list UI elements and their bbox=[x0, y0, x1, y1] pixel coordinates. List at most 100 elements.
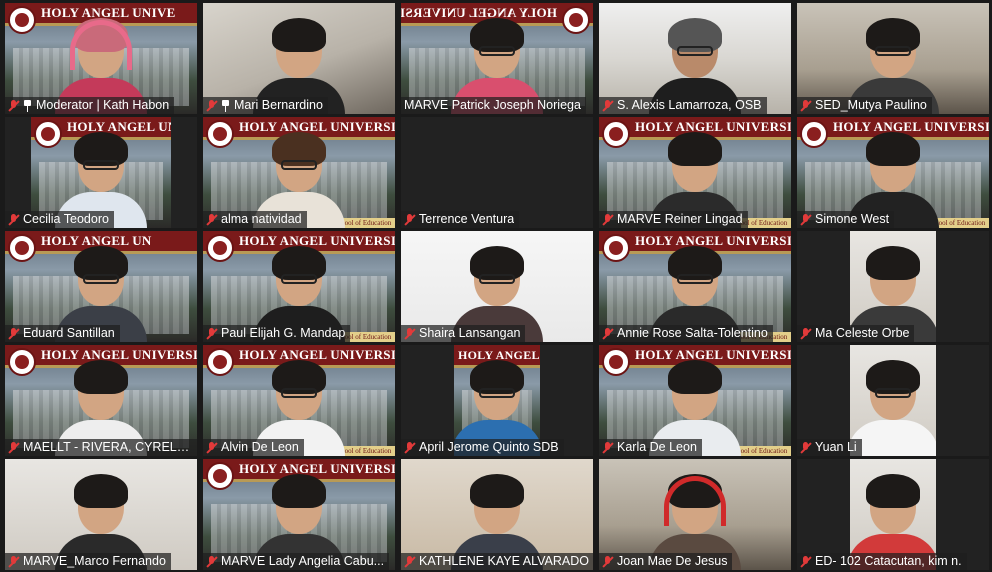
participant-name: Yuan Li bbox=[815, 440, 857, 454]
participant-name: Cecilia Teodoro bbox=[23, 212, 109, 226]
mic-muted-icon bbox=[206, 213, 217, 226]
participant-name: MARVE Lady Angelia Cabu... bbox=[221, 554, 385, 568]
participant-name: MAELLT - RIVERA, CYRELLE... bbox=[23, 440, 196, 454]
participant-tile[interactable]: HOLY ANGEL UNI April Jerome Quinto SDB bbox=[401, 345, 593, 456]
participant-tile[interactable]: Yuan Li bbox=[797, 345, 989, 456]
participant-name-label: Annie Rose Salta-Tolentino bbox=[599, 325, 773, 342]
participant-name-label: Shaira Lansangan bbox=[401, 325, 526, 342]
mic-muted-icon bbox=[602, 213, 613, 226]
participant-name-label: Moderator | Kath Habon bbox=[5, 97, 175, 114]
participant-name: Joan Mae De Jesus bbox=[617, 554, 728, 568]
mic-muted-icon bbox=[206, 441, 217, 454]
participant-name: MARVE Patrick Joseph Noriega bbox=[404, 98, 581, 112]
participant-name-label: Alvin De Leon bbox=[203, 439, 304, 456]
mic-muted-icon bbox=[602, 327, 613, 340]
mic-muted-icon bbox=[206, 555, 217, 568]
participant-tile[interactable]: Terrence Ventura bbox=[401, 117, 593, 228]
mic-muted-icon bbox=[602, 441, 613, 454]
participant-name: Paul Elijah G. Mandap bbox=[221, 326, 346, 340]
participant-name: MARVE Reiner Lingad bbox=[617, 212, 743, 226]
mic-muted-icon bbox=[404, 555, 415, 568]
participant-name-label: Mari Bernardino bbox=[203, 97, 328, 114]
video-feed bbox=[850, 345, 936, 456]
participant-name-label: Terrence Ventura bbox=[401, 211, 520, 228]
participant-tile[interactable]: S. Alexis Lamarroza, OSB bbox=[599, 3, 791, 114]
university-seal-icon bbox=[800, 120, 828, 148]
mic-muted-icon bbox=[8, 555, 19, 568]
mic-muted-icon bbox=[602, 99, 613, 112]
participant-tile[interactable]: KATHLENE KAYE ALVARADO bbox=[401, 459, 593, 570]
participant-name-label: Joan Mae De Jesus bbox=[599, 553, 733, 570]
participant-tile[interactable]: HOLY ANGEL UNIVERSITY Graduate School of… bbox=[599, 231, 791, 342]
participant-name-label: Yuan Li bbox=[797, 439, 862, 456]
mic-muted-icon bbox=[800, 555, 811, 568]
participant-name-label: MARVE_Marco Fernando bbox=[5, 553, 171, 570]
participant-tile[interactable]: HOLY ANGEL UNIVERSITY Graduate School of… bbox=[203, 345, 395, 456]
participant-name-label: MARVE Lady Angelia Cabu... bbox=[203, 553, 390, 570]
university-seal-icon bbox=[602, 348, 630, 376]
pin-icon bbox=[23, 99, 32, 112]
participant-name-label: Eduard Santillan bbox=[5, 325, 120, 342]
participant-tile[interactable]: HOLY ANGEL UNIVERSITY Cecilia Teodoro bbox=[5, 117, 197, 228]
participant-name: KATHLENE KAYE ALVARADO bbox=[419, 554, 589, 568]
university-seal-icon bbox=[206, 462, 234, 490]
mic-muted-icon bbox=[8, 99, 19, 112]
participant-name-label: MARVE Patrick Joseph Noriega bbox=[401, 97, 586, 114]
university-seal-icon bbox=[8, 348, 36, 376]
participant-tile[interactable]: MARVE_Marco Fernando bbox=[5, 459, 197, 570]
university-seal-icon bbox=[206, 234, 234, 262]
participant-tile[interactable]: SED_Mutya Paulino bbox=[797, 3, 989, 114]
university-seal-icon bbox=[602, 120, 630, 148]
participant-name: ED- 102 Catacutan, kim n. bbox=[815, 554, 962, 568]
mic-muted-icon bbox=[8, 213, 19, 226]
participant-tile[interactable]: Joan Mae De Jesus bbox=[599, 459, 791, 570]
participant-name: SED_Mutya Paulino bbox=[815, 98, 927, 112]
participant-tile[interactable]: HOLY ANGEL UNIVERSITY Graduate School of… bbox=[203, 231, 395, 342]
participant-tile[interactable]: HOLY ANGEL UNIVERSITY Graduate School of… bbox=[797, 117, 989, 228]
participant-name-label: April Jerome Quinto SDB bbox=[401, 439, 564, 456]
pin-icon bbox=[221, 99, 230, 112]
university-seal-icon bbox=[206, 348, 234, 376]
participant-name: Ma Celeste Orbe bbox=[815, 326, 910, 340]
mic-muted-icon bbox=[8, 441, 19, 454]
participant-name-label: alma natividad bbox=[203, 211, 307, 228]
mic-muted-icon bbox=[602, 555, 613, 568]
participant-name: Annie Rose Salta-Tolentino bbox=[617, 326, 768, 340]
participant-tile[interactable]: ED- 102 Catacutan, kim n. bbox=[797, 459, 989, 570]
participant-tile[interactable]: HOLY ANGEL UNIVERSITY Graduate School of… bbox=[599, 117, 791, 228]
participant-name-label: KATHLENE KAYE ALVARADO bbox=[401, 553, 593, 570]
participant-tile[interactable]: HOLY ANGEL UN Eduard Santillan bbox=[5, 231, 197, 342]
mic-muted-icon bbox=[206, 99, 217, 112]
university-seal-icon bbox=[8, 6, 36, 34]
participant-tile[interactable]: HOLY ANGEL UNIVERSITY MAELLT - RIVERA, C… bbox=[5, 345, 197, 456]
mic-muted-icon bbox=[404, 327, 415, 340]
participant-tile[interactable]: Mari Bernardino bbox=[203, 3, 395, 114]
participant-name: MARVE_Marco Fernando bbox=[23, 554, 166, 568]
participant-name-label: Cecilia Teodoro bbox=[5, 211, 114, 228]
mic-muted-icon bbox=[800, 99, 811, 112]
participant-name: Moderator | Kath Habon bbox=[36, 98, 170, 112]
participant-name: S. Alexis Lamarroza, OSB bbox=[617, 98, 762, 112]
university-seal-icon bbox=[562, 6, 590, 34]
participant-name: Terrence Ventura bbox=[419, 212, 515, 226]
participant-tile[interactable]: HOLY ANGEL UNIVERSITY Graduate School of… bbox=[599, 345, 791, 456]
participant-video bbox=[850, 360, 936, 456]
mic-muted-icon bbox=[800, 213, 811, 226]
participant-tile[interactable]: HOLY ANGEL UNIVERSITY MARVE Lady Angelia… bbox=[203, 459, 395, 570]
participant-name-label: Simone West bbox=[797, 211, 895, 228]
participant-name-label: SED_Mutya Paulino bbox=[797, 97, 932, 114]
participant-name: April Jerome Quinto SDB bbox=[419, 440, 559, 454]
university-seal-icon bbox=[602, 234, 630, 262]
participant-name: Mari Bernardino bbox=[234, 98, 323, 112]
participant-tile[interactable]: HOLY ANGEL UNIVERSITY Graduate School of… bbox=[203, 117, 395, 228]
mic-muted-icon bbox=[8, 327, 19, 340]
participant-tile[interactable]: HOLY ANGEL UNIVE Moderator | Kath Habon bbox=[5, 3, 197, 114]
mic-muted-icon bbox=[404, 441, 415, 454]
participant-name: Alvin De Leon bbox=[221, 440, 299, 454]
participant-name: alma natividad bbox=[221, 212, 302, 226]
participant-tile[interactable]: Shaira Lansangan bbox=[401, 231, 593, 342]
active-speaker-tile[interactable]: HOLY ANGEL UNIVERSITY MARVE Patrick Jose… bbox=[401, 3, 593, 114]
participant-tile[interactable]: Ma Celeste Orbe bbox=[797, 231, 989, 342]
mic-muted-icon bbox=[800, 441, 811, 454]
participant-name-label: ED- 102 Catacutan, kim n. bbox=[797, 553, 967, 570]
